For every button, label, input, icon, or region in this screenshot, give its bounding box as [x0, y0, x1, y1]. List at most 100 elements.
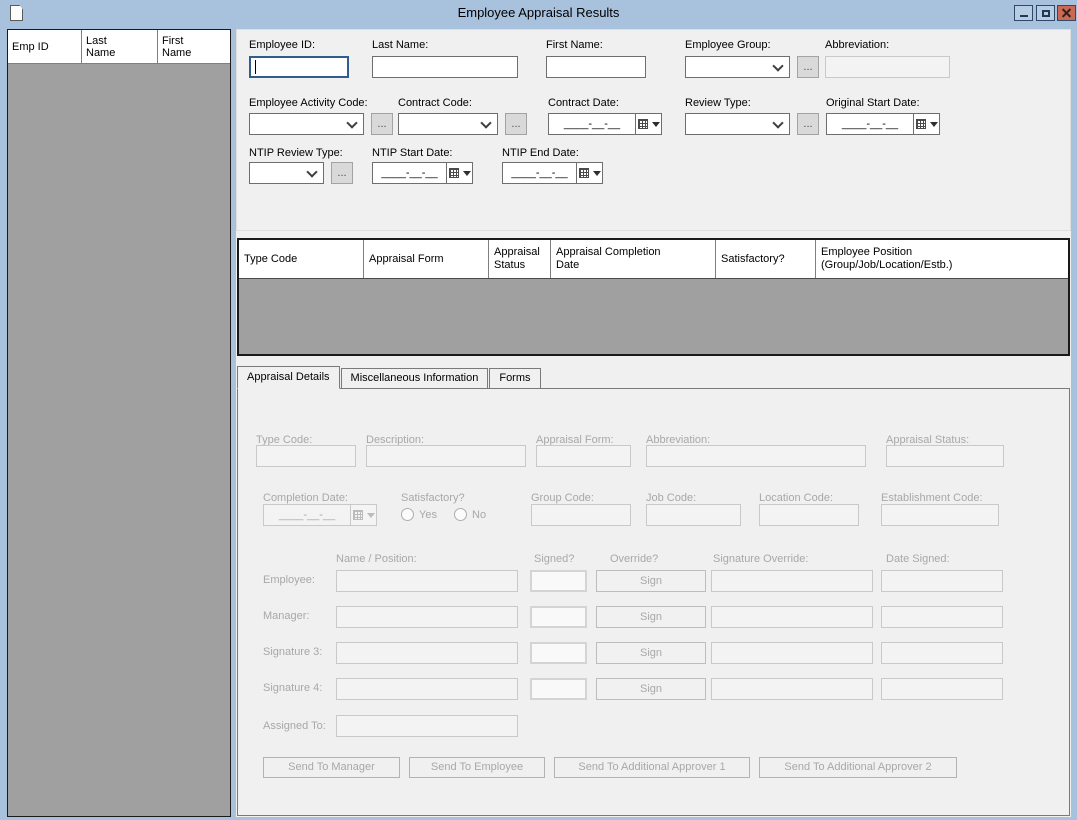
first-name-label: First Name: — [546, 39, 603, 51]
signature4-sign-button: Sign — [596, 678, 706, 700]
signature3-date-signed-input — [881, 642, 1003, 664]
ntip-review-type-combobox[interactable] — [249, 162, 324, 184]
manager-sign-button: Sign — [596, 606, 706, 628]
contract-date-input[interactable] — [548, 113, 636, 135]
satisfactory-yes-label: Yes — [419, 509, 437, 521]
minimize-button[interactable] — [1014, 5, 1033, 21]
tab-forms[interactable]: Forms — [489, 368, 540, 388]
employee-list-header: Emp ID Last Name First Name — [8, 30, 230, 64]
contract-date-picker-button[interactable] — [636, 113, 662, 135]
maximize-button[interactable] — [1036, 5, 1055, 21]
original-start-date-label: Original Start Date: — [826, 97, 920, 109]
contract-date-label: Contract Date: — [548, 97, 619, 109]
signed-header: Signed? — [534, 553, 574, 565]
close-button[interactable] — [1057, 5, 1076, 21]
signature3-signature-override-input — [711, 642, 873, 664]
send-to-additional-approver2-button: Send To Additional Approver 2 — [759, 757, 957, 778]
location-code-input — [759, 504, 859, 526]
column-header-last-name: Last Name — [82, 30, 158, 64]
ntip-start-date-label: NTIP Start Date: — [372, 147, 453, 159]
location-code-label: Location Code: — [759, 492, 833, 504]
override-header: Override? — [610, 553, 658, 565]
chevron-down-icon — [772, 117, 783, 128]
ntip-start-date-picker-button[interactable] — [447, 162, 473, 184]
contract-code-browse-button[interactable]: ... — [505, 113, 527, 135]
appraisal-form-input — [536, 445, 631, 467]
date-signed-header: Date Signed: — [886, 553, 950, 565]
signature-row-label: Manager: — [263, 610, 309, 622]
signature3-signed-box — [530, 642, 587, 664]
column-header-appraisal-status: Appraisal Status — [489, 240, 551, 278]
employee-group-browse-button[interactable]: ... — [797, 56, 819, 78]
appraisal-results-table: Type Code Appraisal Form Appraisal Statu… — [237, 238, 1070, 356]
signature3-sign-button: Sign — [596, 642, 706, 664]
calendar-icon — [638, 119, 648, 129]
first-name-input[interactable] — [546, 56, 646, 78]
window-title: Employee Appraisal Results — [0, 5, 1077, 20]
employee-signature-override-input — [711, 570, 873, 592]
signature4-signed-box — [530, 678, 587, 700]
dropdown-arrow-icon — [930, 122, 938, 127]
column-header-completion-date: Appraisal Completion Date — [551, 240, 716, 278]
chevron-down-icon — [306, 166, 317, 177]
employee-activity-code-label: Employee Activity Code: — [249, 97, 368, 109]
tab-miscellaneous-information[interactable]: Miscellaneous Information — [341, 368, 489, 388]
ntip-review-type-label: NTIP Review Type: — [249, 147, 343, 159]
column-header-satisfactory: Satisfactory? — [716, 240, 816, 278]
tab-bar: Appraisal Details Miscellaneous Informat… — [237, 365, 542, 389]
completion-date-input — [263, 504, 351, 526]
job-code-label: Job Code: — [646, 492, 696, 504]
review-type-label: Review Type: — [685, 97, 751, 109]
ntip-start-date-input[interactable] — [372, 162, 447, 184]
column-header-appraisal-form: Appraisal Form — [364, 240, 489, 278]
manager-date-signed-input — [881, 606, 1003, 628]
original-start-date-picker-button[interactable] — [914, 113, 940, 135]
ntip-review-type-browse-button[interactable]: ... — [331, 162, 353, 184]
last-name-input[interactable] — [372, 56, 518, 78]
dropdown-arrow-icon — [593, 171, 601, 176]
employee-group-combobox[interactable] — [685, 56, 790, 78]
ntip-end-date-picker-button[interactable] — [577, 162, 603, 184]
manager-signed-box — [530, 606, 587, 628]
signature-override-header: Signature Override: — [713, 553, 808, 565]
column-header-emp-id: Emp ID — [8, 30, 82, 64]
employee-activity-code-combobox[interactable] — [249, 113, 364, 135]
appraisal-details-panel: Type Code: Description: Appraisal Form: … — [237, 388, 1070, 816]
close-icon — [1061, 8, 1072, 18]
manager-signature-override-input — [711, 606, 873, 628]
contract-code-combobox[interactable] — [398, 113, 498, 135]
minimize-icon — [1020, 15, 1028, 17]
review-type-browse-button[interactable]: ... — [797, 113, 819, 135]
appraisal-status-input — [886, 445, 1004, 467]
tab-appraisal-details[interactable]: Appraisal Details — [237, 366, 340, 389]
employee-id-input[interactable] — [249, 56, 349, 78]
signature4-name-position-input — [336, 678, 518, 700]
calendar-icon — [353, 510, 363, 520]
group-code-label: Group Code: — [531, 492, 594, 504]
text-caret — [255, 60, 256, 74]
abbreviation-label: Abbreviation: — [825, 39, 889, 51]
employee-signed-box — [530, 570, 587, 592]
ntip-end-date-label: NTIP End Date: — [502, 147, 579, 159]
review-type-combobox[interactable] — [685, 113, 790, 135]
satisfactory-no-label: No — [472, 509, 486, 521]
type-code-input — [256, 445, 356, 467]
employee-list-panel: Emp ID Last Name First Name — [7, 29, 231, 817]
signature-row-label: Employee: — [263, 574, 315, 586]
manager-name-position-input — [336, 606, 518, 628]
send-to-manager-button: Send To Manager — [263, 757, 400, 778]
send-to-employee-button: Send To Employee — [409, 757, 545, 778]
original-start-date-input[interactable] — [826, 113, 914, 135]
satisfactory-no-radio — [454, 508, 467, 521]
employee-name-position-input — [336, 570, 518, 592]
name-position-header: Name / Position: — [336, 553, 417, 565]
main-area: Employee ID: Last Name: First Name: Empl… — [236, 29, 1071, 817]
dropdown-arrow-icon — [367, 513, 375, 518]
send-to-additional-approver1-button: Send To Additional Approver 1 — [554, 757, 750, 778]
signature3-name-position-input — [336, 642, 518, 664]
chevron-down-icon — [772, 60, 783, 71]
employee-activity-code-browse-button[interactable]: ... — [371, 113, 393, 135]
ntip-end-date-input[interactable] — [502, 162, 577, 184]
chevron-down-icon — [346, 117, 357, 128]
employee-list-body — [8, 64, 230, 816]
